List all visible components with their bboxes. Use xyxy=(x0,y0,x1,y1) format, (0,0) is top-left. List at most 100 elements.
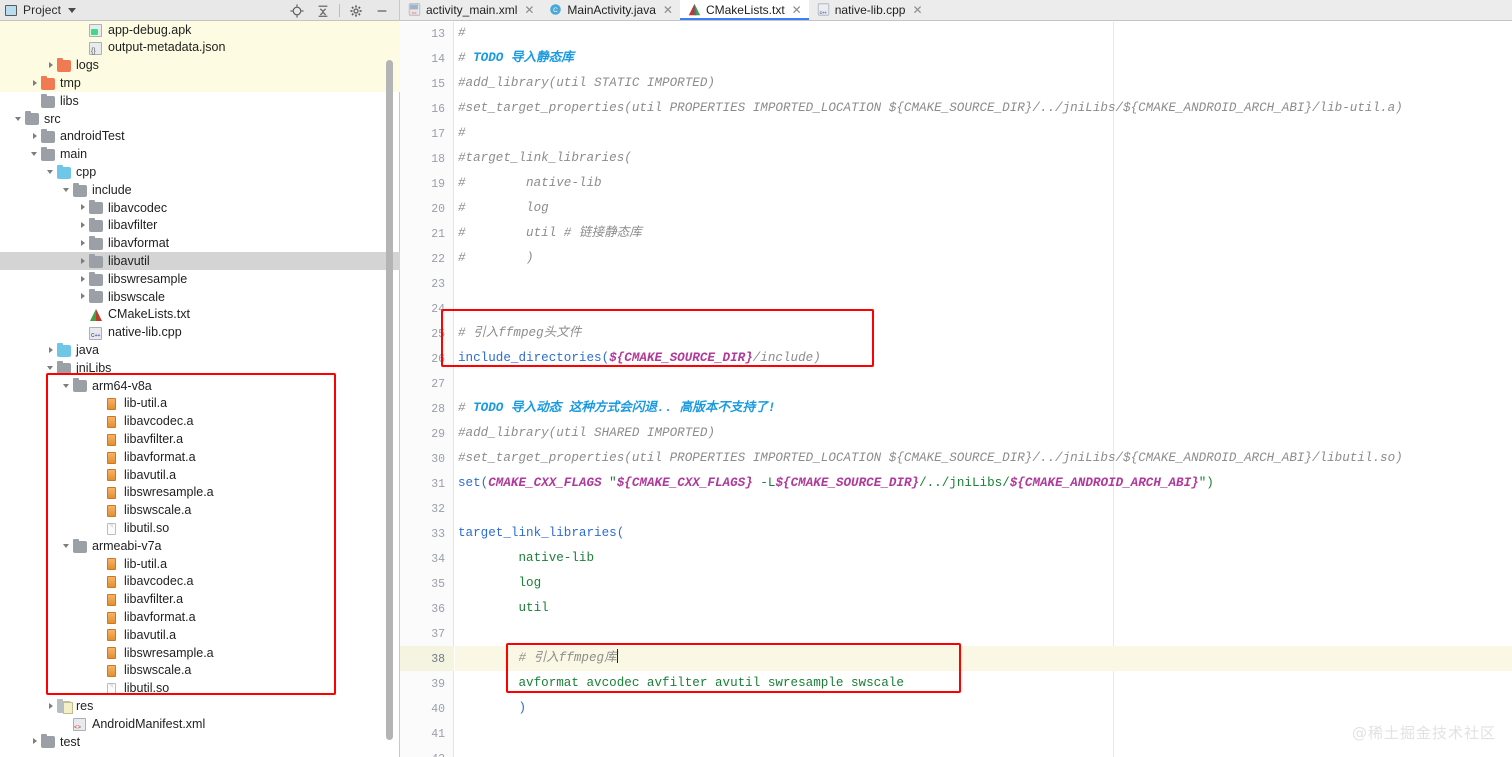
chevron-closed-icon[interactable] xyxy=(46,701,57,712)
project-tree-scrollbar[interactable] xyxy=(386,60,393,740)
tree-item-tmp[interactable]: tmp xyxy=(0,74,400,93)
chevron-closed-icon[interactable] xyxy=(46,345,57,356)
editor-tab-mainactivity-java[interactable]: C MainActivity.java ✕ xyxy=(541,0,680,20)
code-line[interactable]: # native-lib xyxy=(458,171,602,196)
close-icon[interactable]: ✕ xyxy=(792,3,802,17)
code-line[interactable]: set(CMAKE_CXX_FLAGS "${CMAKE_CXX_FLAGS} … xyxy=(458,471,1214,496)
code-line[interactable]: # xyxy=(458,22,466,46)
code-line[interactable]: # log xyxy=(458,196,549,221)
tree-item-libavcodec-a[interactable]: libavcodec.a xyxy=(0,413,400,431)
tree-item-logs[interactable]: logs xyxy=(0,56,400,75)
close-icon[interactable]: ✕ xyxy=(663,3,673,17)
tree-item-lib-util-a[interactable]: lib-util.a xyxy=(0,555,400,573)
chevron-closed-icon[interactable] xyxy=(78,220,89,231)
chevron-open-icon[interactable] xyxy=(14,113,25,124)
locate-icon[interactable] xyxy=(284,0,310,21)
code-line[interactable]: # util # 链接静态库 xyxy=(458,221,642,246)
tree-item-libswresample-a[interactable]: libswresample.a xyxy=(0,644,400,662)
chevron-closed-icon[interactable] xyxy=(30,78,41,89)
code-line[interactable]: # 引入ffmpeg头文件 xyxy=(458,321,581,346)
tree-item-libswscale[interactable]: libswscale xyxy=(0,288,400,306)
code-line[interactable]: # TODO 导入静态库 xyxy=(458,46,574,71)
code-line[interactable]: target_link_libraries( xyxy=(458,521,624,546)
chevron-closed-icon[interactable] xyxy=(78,256,89,267)
project-tree[interactable]: app-debug.apk output-metadata.json logs tmp… xyxy=(0,21,400,757)
tree-item-libavutil-a[interactable]: libavutil.a xyxy=(0,626,400,644)
chevron-open-icon[interactable] xyxy=(62,380,73,391)
chevron-closed-icon[interactable] xyxy=(46,60,57,71)
code-line[interactable]: # ) xyxy=(458,246,534,271)
chevron-open-icon[interactable] xyxy=(62,185,73,196)
code-line[interactable]: avformat avcodec avfilter avutil swresam… xyxy=(458,671,903,696)
tree-item-cmakelists-txt[interactable]: CMakeLists.txt xyxy=(0,306,400,324)
chevron-closed-icon[interactable] xyxy=(78,202,89,213)
tree-item-test[interactable]: test xyxy=(0,733,400,751)
tree-item-include[interactable]: include xyxy=(0,181,400,199)
chevron-closed-icon[interactable] xyxy=(30,131,41,142)
tree-item-cpp[interactable]: cpp xyxy=(0,163,400,181)
tree-item-lib-util-a[interactable]: lib-util.a xyxy=(0,395,400,413)
code-line[interactable]: ) xyxy=(458,696,526,721)
code-line[interactable]: #add_library(util SHARED IMPORTED) xyxy=(458,421,715,446)
chevron-closed-icon[interactable] xyxy=(78,291,89,302)
tree-item-libs[interactable]: libs xyxy=(0,92,400,110)
tree-item-src[interactable]: src xyxy=(0,110,400,128)
tree-item-java[interactable]: java xyxy=(0,341,400,359)
tree-item-androidtest[interactable]: androidTest xyxy=(0,128,400,146)
chevron-open-icon[interactable] xyxy=(46,363,57,374)
tree-item-libswresample-a[interactable]: libswresample.a xyxy=(0,484,400,502)
code-line[interactable]: log xyxy=(458,571,541,596)
tree-item-libavutil-a[interactable]: libavutil.a xyxy=(0,466,400,484)
editor-tab-cmakelists-txt[interactable]: CMakeLists.txt ✕ xyxy=(679,0,809,20)
code-content[interactable]: # # TODO 导入静态库 #add_library(util STATIC IM… xyxy=(455,22,1512,757)
close-icon[interactable]: ✕ xyxy=(912,3,922,17)
tree-item-native-lib-cpp[interactable]: native-lib.cpp xyxy=(0,324,400,342)
code-line[interactable]: #target_link_libraries( xyxy=(458,146,632,171)
editor-tab-activity-main-xml[interactable]: <> activity_main.xml ✕ xyxy=(400,0,541,20)
chevron-down-icon[interactable] xyxy=(68,7,77,13)
tree-item-arm64-v8a[interactable]: arm64-v8a xyxy=(0,377,400,395)
code-line[interactable]: #set_target_properties(util PROPERTIES I… xyxy=(458,446,1403,471)
code-line[interactable]: #add_library(util STATIC IMPORTED) xyxy=(458,71,715,96)
chevron-closed-icon[interactable] xyxy=(78,238,89,249)
tree-item-libavfilter-a[interactable]: libavfilter.a xyxy=(0,430,400,448)
tree-item-libavformat[interactable]: libavformat xyxy=(0,235,400,253)
code-line[interactable]: native-lib xyxy=(458,546,594,571)
tree-item-libavutil[interactable]: libavutil xyxy=(0,252,400,271)
tree-item-libavcodec-a[interactable]: libavcodec.a xyxy=(0,573,400,591)
chevron-closed-icon[interactable] xyxy=(78,274,89,285)
close-icon[interactable]: ✕ xyxy=(524,3,534,17)
code-line[interactable]: # 引入ffmpeg库 xyxy=(458,646,618,671)
tree-item-jnilibs[interactable]: jniLibs xyxy=(0,359,400,377)
chevron-open-icon[interactable] xyxy=(46,167,57,178)
code-line[interactable]: # TODO 导入动态 这种方式会闪退.. 高版本不支持了! xyxy=(458,396,775,421)
code-line[interactable]: # xyxy=(458,121,466,146)
tree-item-libswscale-a[interactable]: libswscale.a xyxy=(0,502,400,520)
tree-item-armeabi-v7a[interactable]: armeabi-v7a xyxy=(0,537,400,555)
tree-item-libutil-so[interactable]: libutil.so xyxy=(0,679,400,697)
tree-item-libswresample[interactable]: libswresample xyxy=(0,270,400,288)
tree-item-output-metadata-json[interactable]: output-metadata.json xyxy=(0,38,400,57)
project-panel-toolbar xyxy=(284,0,395,21)
tree-item-libavfilter[interactable]: libavfilter xyxy=(0,217,400,235)
gear-icon[interactable] xyxy=(343,0,369,21)
code-line[interactable]: util xyxy=(458,596,548,621)
tree-item-androidmanifest-xml[interactable]: AndroidManifest.xml xyxy=(0,715,400,733)
tree-item-libavfilter-a[interactable]: libavfilter.a xyxy=(0,591,400,609)
tree-item-libavformat-a[interactable]: libavformat.a xyxy=(0,448,400,466)
tree-item-libswscale-a[interactable]: libswscale.a xyxy=(0,662,400,680)
editor-tab-native-lib-cpp[interactable]: C++ native-lib.cpp ✕ xyxy=(809,0,930,20)
chevron-open-icon[interactable] xyxy=(30,149,41,160)
code-line[interactable]: #set_target_properties(util PROPERTIES I… xyxy=(458,96,1403,121)
chevron-open-icon[interactable] xyxy=(62,541,73,552)
collapse-all-icon[interactable] xyxy=(310,0,336,21)
tree-item-main[interactable]: main xyxy=(0,146,400,164)
tree-item-res[interactable]: res xyxy=(0,697,400,715)
chevron-closed-icon[interactable] xyxy=(30,736,41,747)
tree-item-libutil-so[interactable]: libutil.so xyxy=(0,519,400,537)
minimize-icon[interactable] xyxy=(369,0,395,21)
tree-item-app-debug-apk[interactable]: app-debug.apk xyxy=(0,21,400,39)
tree-item-libavcodec[interactable]: libavcodec xyxy=(0,199,400,217)
tree-item-libavformat-a[interactable]: libavformat.a xyxy=(0,608,400,626)
code-line[interactable]: include_directories(${CMAKE_SOURCE_DIR}/… xyxy=(458,346,821,371)
